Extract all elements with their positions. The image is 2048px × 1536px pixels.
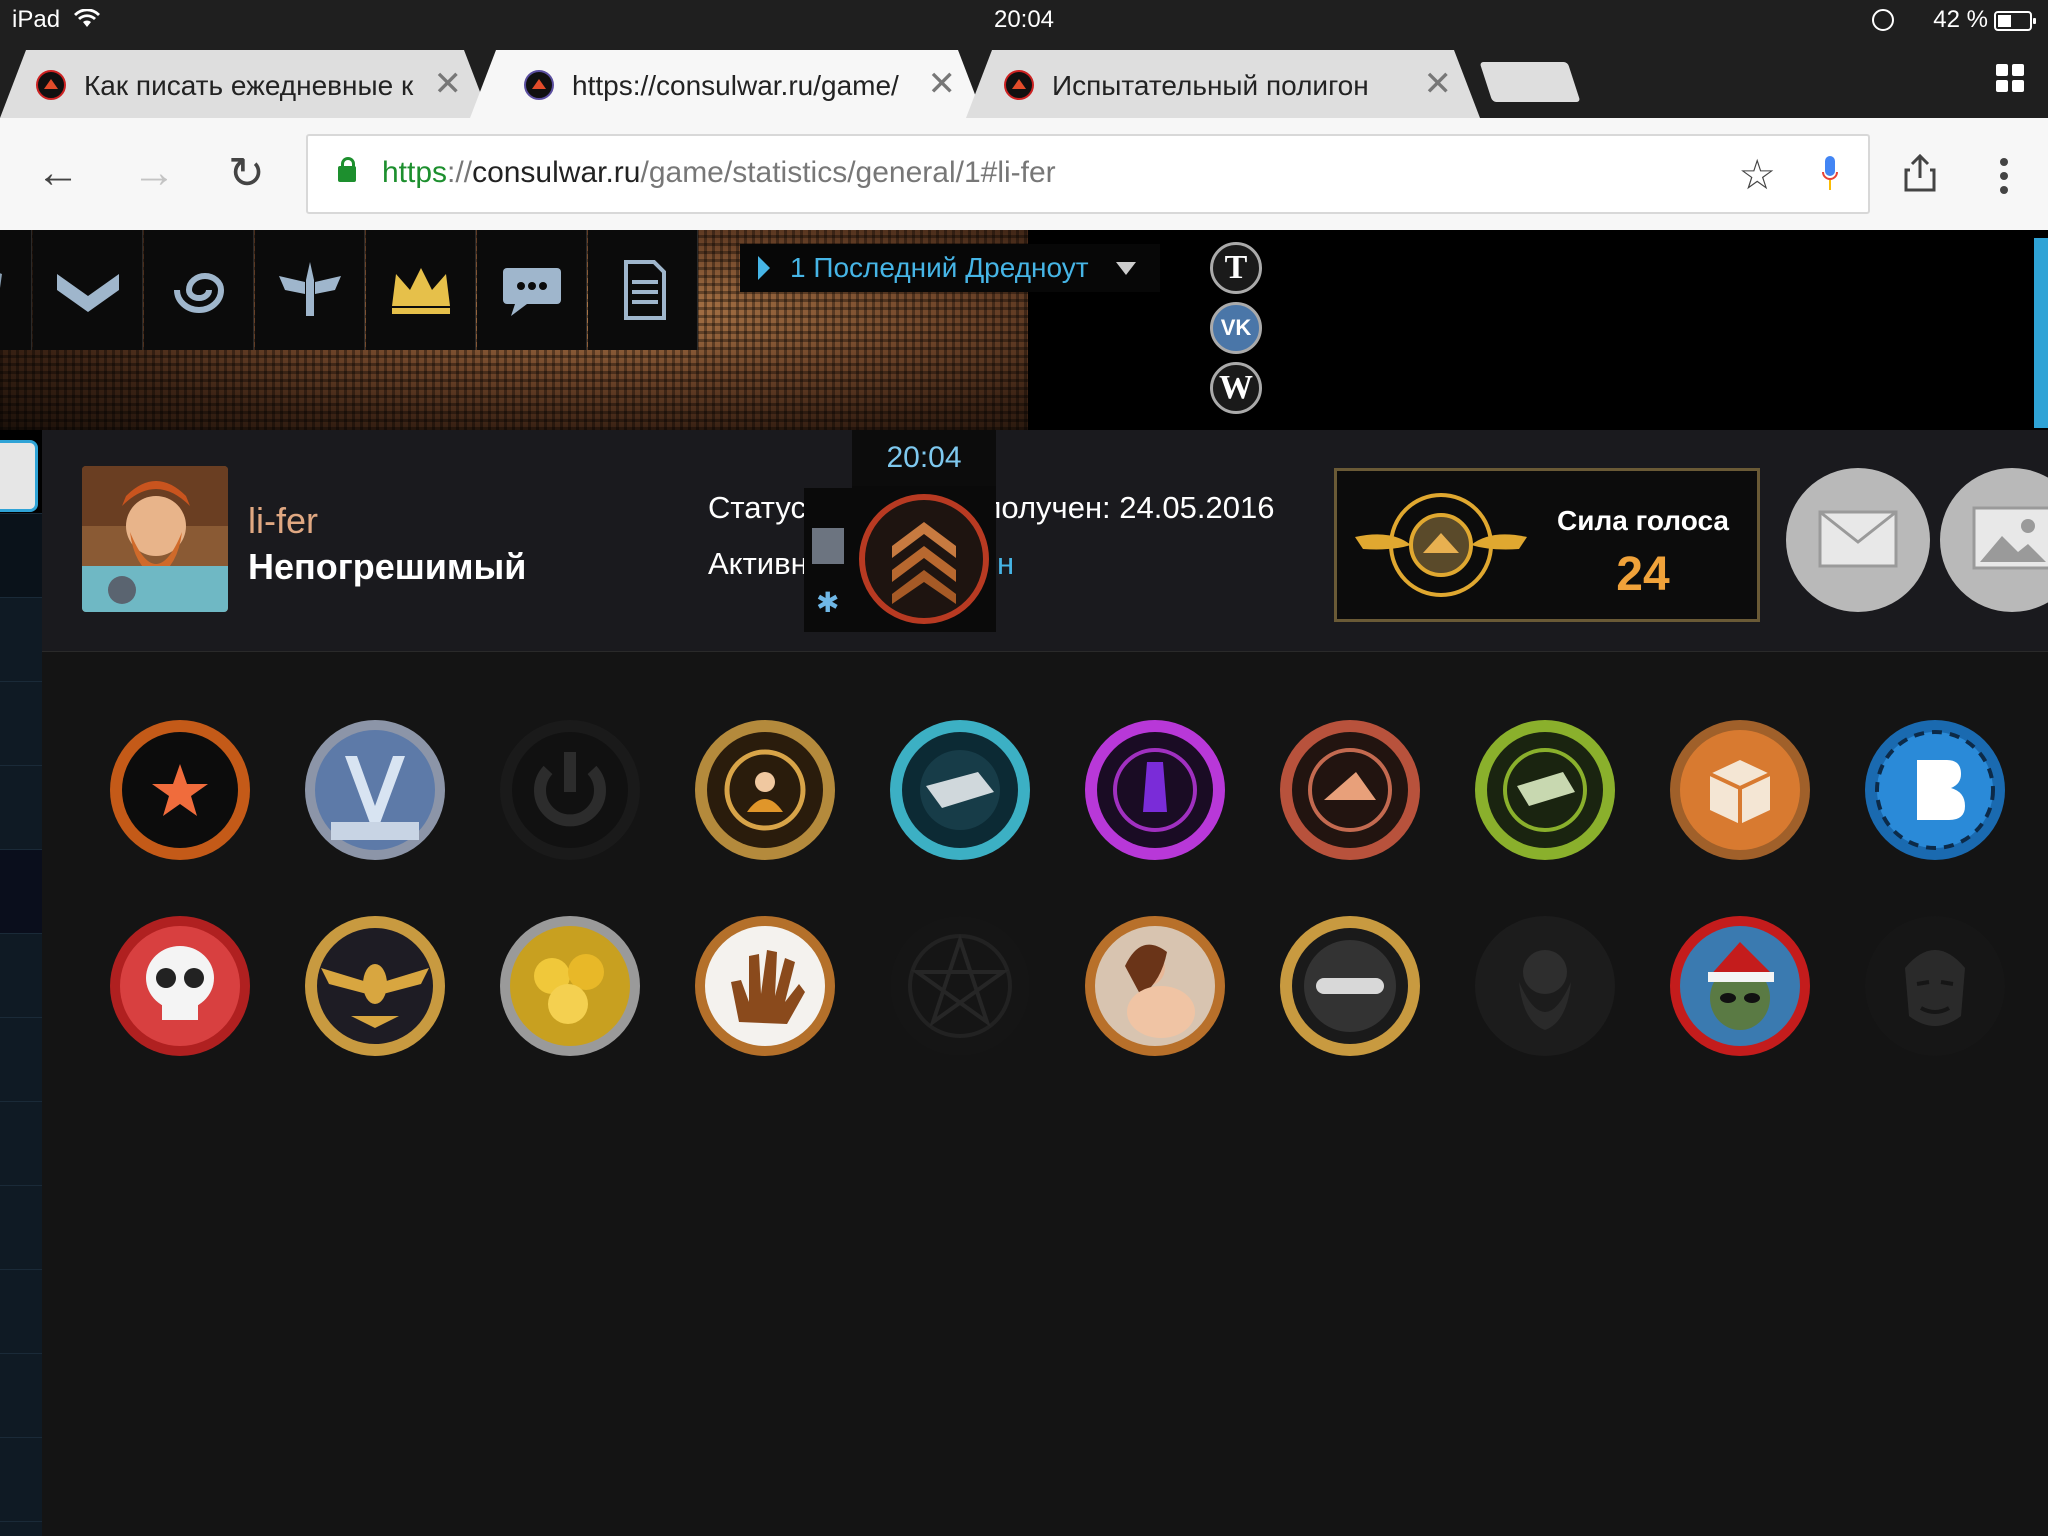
menu-galaxy-icon[interactable] <box>144 230 254 350</box>
game-header: 1 Последний Дредноут T VK W <box>0 230 2048 430</box>
close-tab-icon[interactable]: ✕ <box>928 64 957 104</box>
tab-testing-ground[interactable]: Испытательный полигон ✕ <box>966 50 1480 118</box>
tab-strip: Как писать ежедневные к ✕ https://consul… <box>0 40 2048 118</box>
battery-percent: 42 % <box>1933 6 1988 33</box>
left-sidebar <box>0 430 42 1536</box>
new-tab-button[interactable] <box>1479 62 1581 102</box>
rotation-lock-icon <box>1872 9 1894 31</box>
mail-button[interactable] <box>1786 468 1930 612</box>
battery-icon <box>1994 11 2036 31</box>
achievements-panel <box>42 652 2048 1536</box>
santa-alien-medal[interactable] <box>1666 912 1814 1060</box>
pentagram-medal[interactable] <box>886 912 1034 1060</box>
menu-crown-icon[interactable] <box>366 230 476 350</box>
menu-shield-icon[interactable] <box>0 230 32 350</box>
consulwar-favicon-icon <box>1004 70 1034 100</box>
username[interactable]: li-fer <box>248 500 318 542</box>
wiki-social-icon[interactable]: W <box>1210 362 1262 414</box>
sidebar-toggle-tab[interactable] <box>0 440 38 512</box>
money-medal[interactable] <box>1471 716 1619 864</box>
rank-emblem[interactable] <box>852 486 996 632</box>
microphone-icon[interactable] <box>1822 156 1838 192</box>
crystal-medal[interactable] <box>1081 716 1229 864</box>
scrollbar[interactable] <box>2034 238 2048 428</box>
secure-lock-icon <box>338 157 356 182</box>
share-icon[interactable] <box>1904 154 1936 192</box>
star-medal[interactable] <box>106 716 254 864</box>
consulwar-favicon-icon <box>36 70 66 100</box>
bookmark-star-icon[interactable]: ☆ <box>1738 150 1776 199</box>
more-menu-icon[interactable] <box>2000 158 2008 198</box>
fleet-name: 1 Последний Дредноут <box>790 252 1089 283</box>
browser-toolbar: ← → ↻ https://consulwar.ru/game/statisti… <box>0 118 2048 230</box>
image-icon <box>1972 506 2048 570</box>
tab-title: https://consulwar.ru/game/ <box>572 70 899 101</box>
back-arrow-icon[interactable]: ← <box>36 148 80 198</box>
silver-bar-medal[interactable] <box>886 716 1034 864</box>
vote-power-box: Сила голоса 24 <box>1334 468 1760 622</box>
fleet-selector[interactable]: 1 Последний Дредноут <box>740 244 1160 292</box>
dropdown-arrow-icon <box>1116 262 1136 275</box>
game-clock: 20:04 <box>852 430 996 486</box>
reload-icon[interactable]: ↻ <box>228 148 265 199</box>
menu-document-icon[interactable] <box>588 230 698 350</box>
old-man-medal[interactable] <box>1471 912 1619 1060</box>
tab-title: Как писать ежедневные к <box>84 70 414 101</box>
vk-social-icon[interactable]: VK <box>1210 302 1262 354</box>
winged-emblem-icon <box>1355 493 1527 597</box>
status-time: 20:04 <box>993 6 1055 33</box>
tab-title: Испытательный полигон <box>1052 70 1369 101</box>
envelope-icon <box>1818 510 1898 568</box>
url-text[interactable]: https://consulwar.ru/game/statistics/gen… <box>382 156 1056 190</box>
forward-arrow-icon[interactable]: → <box>132 148 176 198</box>
menu-chevron-icon[interactable] <box>33 230 143 350</box>
close-tab-icon[interactable]: ✕ <box>434 64 463 104</box>
play-triangle-icon <box>758 256 770 280</box>
profile-header: li-fer Непогрешимый Статус получен: 24.0… <box>42 430 2048 652</box>
gold-coins-medal[interactable] <box>496 912 644 1060</box>
minus-medal[interactable] <box>1276 912 1424 1060</box>
gallery-button[interactable] <box>1940 468 2048 612</box>
mask-medal[interactable] <box>1861 912 2009 1060</box>
tab-switcher-icon[interactable] <box>1996 64 2024 92</box>
power-medal[interactable] <box>496 716 644 864</box>
settings-gear-icon[interactable]: ✱ <box>816 586 839 619</box>
menu-chat-icon[interactable] <box>477 230 587 350</box>
eagle-medal[interactable] <box>301 912 449 1060</box>
pyramid-medal[interactable] <box>1276 716 1424 864</box>
close-tab-icon[interactable]: ✕ <box>1424 64 1453 104</box>
vote-power-label: Сила голоса <box>1557 505 1729 536</box>
vk-medal[interactable] <box>1861 716 2009 864</box>
station-medal[interactable] <box>301 716 449 864</box>
t-social-icon[interactable]: T <box>1210 242 1262 294</box>
portrait-medal[interactable] <box>1081 912 1229 1060</box>
cubes-medal[interactable] <box>1666 716 1814 864</box>
tab-daily[interactable]: Как писать ежедневные к ✕ <box>0 50 490 118</box>
quick-panel: ✱ <box>804 488 852 632</box>
stats-bars-icon[interactable] <box>812 528 844 564</box>
skull-medal[interactable] <box>106 912 254 1060</box>
tab-consulwar-game[interactable]: https://consulwar.ru/game/ ✕ <box>470 50 984 118</box>
consulwar-favicon-icon <box>524 70 554 100</box>
screen: iPad 20:04 42 % Как писать ежедневные к … <box>0 0 2048 1536</box>
address-bar[interactable]: https://consulwar.ru/game/statistics/gen… <box>306 134 1870 214</box>
avatar[interactable] <box>82 466 228 612</box>
menu-winged-sword-icon[interactable] <box>255 230 365 350</box>
commander-medal[interactable] <box>691 716 839 864</box>
hand-medal[interactable] <box>691 912 839 1060</box>
rank-title: Непогрешимый <box>248 546 527 587</box>
ios-status-bar: iPad 20:04 42 % <box>0 0 2048 40</box>
vote-power-value: 24 <box>1616 548 1670 601</box>
